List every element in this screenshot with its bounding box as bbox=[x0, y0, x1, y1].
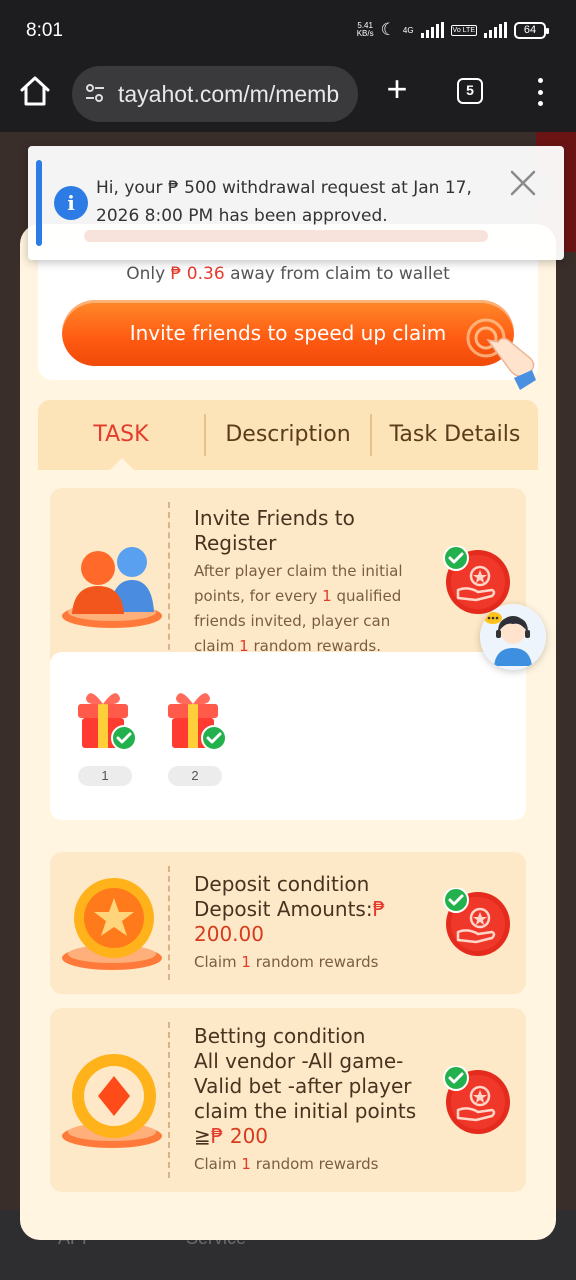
deposit-amount: 200.00 bbox=[194, 922, 264, 946]
tab-task-details[interactable]: Task Details bbox=[372, 400, 538, 470]
volte-badge: Vo LTE bbox=[450, 24, 477, 36]
network-type: 4G bbox=[402, 25, 414, 35]
claim-info: Claim 1 random rewards bbox=[194, 1155, 379, 1173]
claim-info: Claim 1 random rewards bbox=[194, 953, 379, 971]
url-text: tayahot.com/m/memb bbox=[118, 81, 340, 107]
remaining-amount: 0.36 bbox=[186, 264, 225, 284]
pointing-hand-icon bbox=[466, 318, 536, 390]
signal-icon bbox=[420, 22, 444, 38]
tab-count: 5 bbox=[466, 82, 474, 98]
task-modal: Only ₱ 0.36 away from claim to wallet In… bbox=[20, 224, 556, 1240]
tune-icon[interactable] bbox=[84, 82, 106, 104]
home-icon[interactable] bbox=[18, 74, 52, 108]
reward-label: 1 bbox=[78, 766, 132, 786]
reward-list: 1 2 bbox=[50, 652, 526, 820]
network-speed: 5.41 KB/s bbox=[356, 21, 374, 38]
reward-label: 2 bbox=[168, 766, 222, 786]
tab-indicator bbox=[110, 458, 134, 470]
claim-hand-badge-icon[interactable] bbox=[442, 546, 510, 614]
deposit-amount-label: Deposit Amounts:₱ bbox=[194, 897, 386, 921]
friends-icon bbox=[62, 547, 162, 628]
info-icon: i bbox=[54, 186, 88, 220]
plus-icon: + bbox=[386, 68, 408, 109]
claim-hand-badge-icon[interactable] bbox=[442, 888, 510, 956]
moon-icon: ☾ bbox=[380, 20, 396, 39]
toast-accent-bar bbox=[36, 160, 42, 246]
claim-hand-badge-icon[interactable] bbox=[442, 1066, 510, 1134]
task-title: Invite Friends to Register bbox=[194, 506, 355, 555]
task-title: Betting condition All vendor -All game- … bbox=[194, 1024, 417, 1148]
tabs-button[interactable]: 5 bbox=[457, 78, 483, 104]
task-panel: Invite Friends to Register After player … bbox=[38, 470, 538, 1220]
invite-friends-button[interactable]: Invite friends to speed up claim bbox=[62, 300, 514, 366]
invite-task-card: Invite Friends to Register After player … bbox=[50, 488, 526, 674]
close-icon[interactable] bbox=[508, 168, 538, 198]
coin-star-icon bbox=[62, 878, 162, 970]
betting-task-card: Betting condition All vendor -All game- … bbox=[50, 1008, 526, 1192]
new-tab-button[interactable]: + bbox=[380, 71, 414, 108]
more-vert-icon[interactable] bbox=[530, 76, 550, 108]
clock: 8:01 bbox=[26, 20, 63, 41]
signal-icon-2 bbox=[484, 22, 507, 38]
deposit-task-card: Deposit condition Deposit Amounts:₱ 200.… bbox=[50, 852, 526, 994]
notification-toast: i Hi, your ₱ 500 withdrawal request at J… bbox=[28, 146, 564, 260]
claim-progress-text: Only ₱ 0.36 away from claim to wallet bbox=[126, 264, 450, 284]
task-title: Deposit condition bbox=[194, 872, 370, 896]
support-agent-icon[interactable] bbox=[480, 604, 546, 670]
gift-icon bbox=[168, 693, 227, 751]
battery-icon: 64 bbox=[514, 21, 549, 39]
status-bar: 8:01 5.41 KB/s ☾ 4G Vo LTE 64 bbox=[0, 0, 576, 62]
claim-card: Only ₱ 0.36 away from claim to wallet In… bbox=[38, 248, 538, 390]
status-icons: 5.41 KB/s ☾ 4G Vo LTE 64 bbox=[356, 20, 549, 40]
address-bar[interactable]: tayahot.com/m/memb bbox=[72, 66, 358, 122]
browser-toolbar: tayahot.com/m/memb + 5 bbox=[0, 62, 576, 132]
toast-timer bbox=[84, 230, 488, 242]
tab-description[interactable]: Description bbox=[206, 400, 370, 470]
task-description: After player claim the initial points, f… bbox=[194, 562, 403, 655]
gift-icon bbox=[78, 693, 137, 751]
chip-diamond-icon bbox=[62, 1054, 162, 1148]
toast-message: Hi, your ₱ 500 withdrawal request at Jan… bbox=[96, 178, 472, 226]
